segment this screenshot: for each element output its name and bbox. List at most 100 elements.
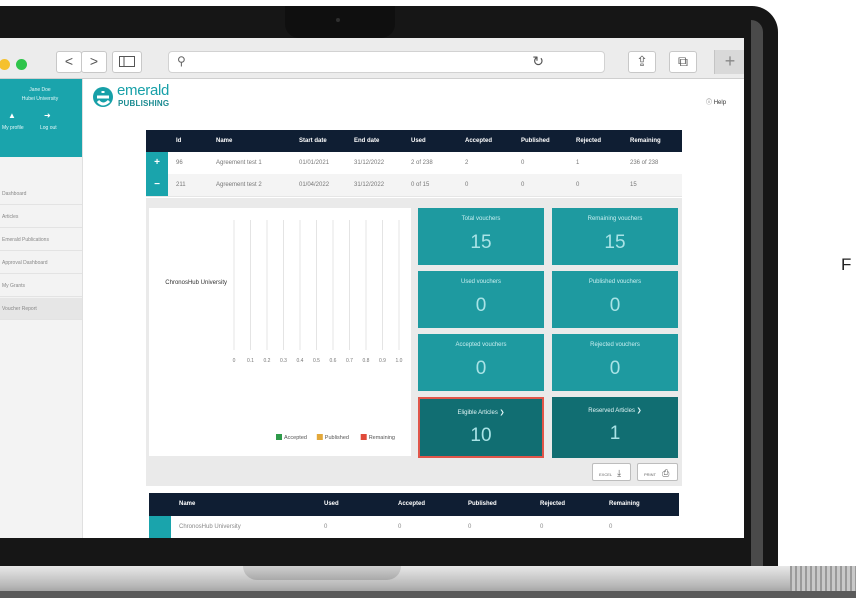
cell-remaining: 0 — [609, 524, 613, 530]
column-header-used: Used — [411, 138, 426, 144]
tile-value: 0 — [609, 295, 621, 316]
brand-name: emerald — [117, 82, 170, 99]
camera-notch — [285, 6, 395, 38]
user-name: Jane Doe — [29, 87, 51, 93]
expand-row-button[interactable]: + — [146, 152, 168, 174]
legend-swatch — [316, 434, 323, 440]
tile-label: Remaining vouchers — [587, 216, 643, 222]
tile-value: 15 — [470, 232, 492, 253]
print-button[interactable]: PRINT ⎙ — [637, 463, 678, 481]
tile-value: 1 — [609, 423, 621, 444]
cell-accepted: 0 — [465, 182, 469, 188]
forward-button[interactable]: > — [81, 51, 107, 73]
printer-icon: ⎙ — [662, 468, 670, 478]
column-header-published: Published — [468, 501, 497, 507]
tile-value: 0 — [475, 358, 487, 379]
cell-start-date: 01/04/2022 — [299, 182, 330, 188]
x-tick-label: 0.1 — [247, 358, 254, 364]
cell-used: 2 of 238 — [411, 160, 433, 166]
table-header: Name Used Accepted Published Rejected Re… — [149, 493, 679, 516]
sidebar-item-articles[interactable]: Articles — [0, 206, 82, 228]
cell-name: Agreement test 2 — [216, 182, 262, 188]
x-tick-label: 0.3 — [280, 358, 287, 364]
legend-swatch — [360, 434, 367, 440]
x-tick-label: 0.8 — [363, 358, 370, 364]
eligible-articles-tile[interactable]: Eligible Articles ❯ 10 — [418, 397, 544, 458]
log-out-link[interactable]: Log out — [40, 125, 57, 131]
laptop-hinge-notch — [243, 566, 401, 580]
column-header-id: Id — [176, 138, 182, 144]
published-vouchers-tile: Published vouchers 0 — [552, 271, 678, 328]
tile-label: Rejected vouchers — [590, 342, 640, 348]
tab-overview-button[interactable]: ⧉ — [669, 51, 697, 73]
cell-accepted: 0 — [398, 524, 402, 530]
x-tick-label: 0.6 — [330, 358, 337, 364]
used-vouchers-tile: Used vouchers 0 — [418, 271, 544, 328]
help-link[interactable]: ⓘ Help — [706, 97, 726, 106]
column-header-accepted: Accepted — [465, 138, 493, 144]
column-header-rejected: Rejected — [576, 138, 602, 144]
user-panel: Jane Doe Hubei University ▲ ➜ My profile… — [0, 79, 82, 157]
my-profile-link[interactable]: My profile — [2, 125, 24, 131]
x-tick-label: 0.2 — [264, 358, 271, 364]
x-tick-label: 0 — [233, 358, 236, 364]
reload-icon[interactable]: ↻ — [532, 53, 544, 70]
x-tick-label: 0.7 — [346, 358, 353, 364]
sidebar-item-voucher-report[interactable]: Voucher Report — [0, 298, 82, 320]
minimize-window-button[interactable] — [0, 59, 10, 70]
table-row[interactable]: − 211 Agreement test 2 01/04/2022 31/12/… — [146, 174, 682, 197]
search-icon: ⚲ — [177, 54, 186, 68]
column-header-start-date: Start date — [299, 138, 327, 144]
tile-label: Eligible Articles ❯ — [457, 410, 505, 416]
cell-end-date: 31/12/2022 — [354, 160, 385, 166]
column-header-end-date: End date — [354, 138, 380, 144]
tile-value: 0 — [475, 295, 487, 316]
cell-name: Agreement test 1 — [216, 160, 262, 166]
legend-label: Accepted — [284, 435, 307, 441]
cell-used: 0 — [324, 524, 328, 530]
sidebar-toggle-button[interactable] — [112, 51, 142, 73]
column-header-accepted: Accepted — [398, 501, 426, 507]
emerald-logo-icon — [93, 87, 113, 107]
cell-used: 0 of 15 — [411, 182, 430, 188]
tile-value: 15 — [604, 232, 626, 253]
tile-label: Used vouchers — [460, 279, 502, 285]
tile-label: Total vouchers — [461, 216, 501, 222]
column-header-name: Name — [216, 138, 233, 144]
column-header-rejected: Rejected — [540, 501, 566, 507]
download-icon: ⤓ — [617, 468, 622, 478]
sidebar-item-approval-dashboard[interactable]: Approval Dashboard — [0, 252, 82, 274]
x-tick-label: 1.0 — [396, 358, 403, 364]
zoom-window-button[interactable] — [16, 59, 27, 70]
tile-label: Accepted vouchers — [455, 342, 507, 348]
tile-label: Published vouchers — [588, 279, 642, 285]
laptop-vent — [790, 566, 856, 591]
sidebar-item-my-grants[interactable]: My Grants — [0, 275, 82, 297]
camera-icon — [336, 18, 340, 22]
reserved-articles-tile[interactable]: Reserved Articles ❯ 1 — [552, 397, 678, 458]
cell-id: 96 — [176, 160, 183, 166]
help-icon: ⓘ — [706, 100, 713, 106]
tile-label: Reserved Articles ❯ — [588, 408, 642, 414]
voucher-chart: 0 0.1 0.2 0.3 0.4 0.5 0.6 0.7 0.8 0.9 1.0 ChronosHu… — [149, 208, 411, 456]
new-tab-button[interactable]: + — [714, 50, 744, 74]
cell-rejected: 0 — [540, 524, 544, 530]
table-row[interactable]: ChronosHub University 0 0 0 0 0 — [149, 516, 679, 538]
column-header-name: Name — [179, 501, 196, 507]
remaining-vouchers-tile: Remaining vouchers 15 — [552, 208, 678, 265]
back-button[interactable]: < — [56, 51, 82, 73]
collapse-row-button[interactable]: − — [146, 174, 168, 196]
excel-export-button[interactable]: EXCEL ⤓ — [592, 463, 631, 481]
legend-label: Remaining — [369, 435, 395, 441]
sidebar-item-dashboard[interactable]: Dashboard — [0, 183, 82, 205]
share-button[interactable]: ⇪ — [628, 51, 656, 73]
cell-accepted: 2 — [465, 160, 469, 166]
total-vouchers-tile: Total vouchers 15 — [418, 208, 544, 265]
app-sidebar: Jane Doe Hubei University ▲ ➜ My profile… — [0, 79, 83, 538]
table-row[interactable]: + 96 Agreement test 1 01/01/2021 31/12/2… — [146, 152, 682, 175]
column-header-remaining: Remaining — [609, 501, 640, 507]
address-bar[interactable]: ⚲ ↻ — [168, 51, 605, 73]
sidebar-item-emerald-publications[interactable]: Emerald Publications — [0, 229, 82, 251]
cell-id: 211 — [176, 182, 186, 188]
print-label: PRINT — [644, 472, 656, 477]
